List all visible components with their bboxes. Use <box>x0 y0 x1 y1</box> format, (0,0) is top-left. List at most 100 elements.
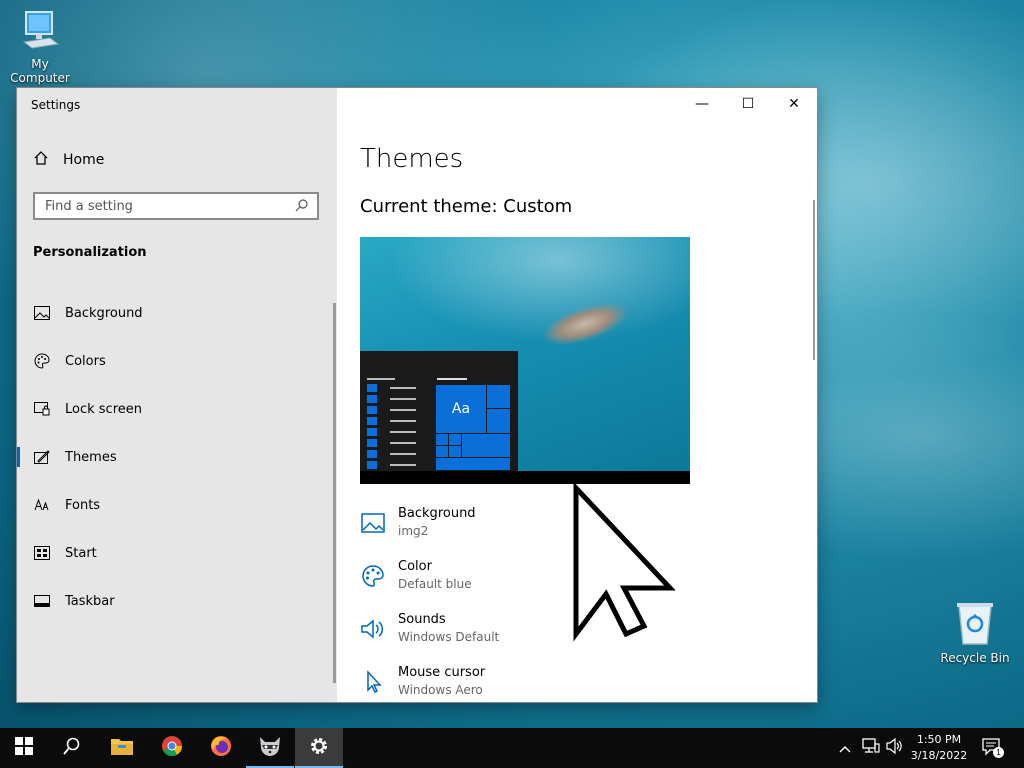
taskbar-firefox[interactable] <box>197 728 245 768</box>
mouse-pointer-icon <box>572 481 682 644</box>
taskbar-file-explorer[interactable] <box>98 728 146 768</box>
preview-tile <box>435 457 511 471</box>
sidebar-item-label: Colors <box>65 353 106 369</box>
preview-taskbar <box>360 471 690 484</box>
start-button[interactable] <box>0 728 48 768</box>
preview-menu-icon <box>367 406 377 414</box>
gear-icon <box>309 736 329 760</box>
taskbar-chrome[interactable] <box>148 728 196 768</box>
preview-menu-icon <box>367 450 377 458</box>
desktop-icon-label: My Computer <box>10 57 70 85</box>
preview-menu-line <box>367 378 395 380</box>
preview-tile-aa: Aa <box>435 384 487 434</box>
network-icon <box>862 738 880 758</box>
sidebar-item-label: Start <box>65 545 97 561</box>
action-center-button[interactable]: 1 <box>982 728 1004 768</box>
taskbar: 1:50 PM 3/18/2022 1 <box>0 728 1024 768</box>
raccoon-icon <box>258 735 282 761</box>
firefox-icon <box>210 735 232 761</box>
desktop-icon-label: Recycle Bin <box>940 651 1010 665</box>
preview-menu-icon <box>367 417 377 425</box>
property-name: Background <box>398 506 476 521</box>
preview-menu-icon <box>367 395 377 403</box>
maximize-icon: ☐ <box>741 96 755 112</box>
sidebar-item-taskbar[interactable]: Taskbar <box>17 577 337 625</box>
close-icon: ✕ <box>788 96 800 112</box>
home-nav-button[interactable]: Home <box>33 150 104 170</box>
sidebar-item-fonts[interactable]: Fonts <box>17 481 337 529</box>
search-box[interactable] <box>33 192 319 220</box>
main-scrollbar[interactable] <box>813 200 815 360</box>
desktop-icon-recycle-bin[interactable]: Recycle Bin <box>935 600 1015 665</box>
sidebar-item-label: Taskbar <box>65 593 115 609</box>
preview-tile <box>461 433 511 458</box>
sidebar-item-label: Themes <box>65 449 117 465</box>
search-input[interactable] <box>43 197 295 215</box>
desktop-icon-my-computer[interactable]: My Computer <box>0 8 80 85</box>
theme-property-sounds[interactable]: Sounds Windows Default <box>360 612 499 644</box>
preview-menu-line <box>390 464 416 466</box>
sidebar-item-label: Lock screen <box>65 401 142 417</box>
settings-window: Settings Home Personalization Background <box>17 88 817 702</box>
taskbar-clock[interactable]: 1:50 PM 3/18/2022 <box>902 732 976 764</box>
minimize-button[interactable]: — <box>679 92 725 116</box>
sidebar-item-label: Fonts <box>65 497 101 513</box>
preview-menu-line <box>390 431 416 433</box>
taskbar-settings[interactable] <box>295 728 343 768</box>
fonts-icon <box>33 496 51 514</box>
home-icon <box>33 150 49 170</box>
theme-property-mouse-cursor[interactable]: Mouse cursor Windows Aero <box>360 665 485 697</box>
page-title: Themes <box>360 144 464 174</box>
personalization-nav: Background Colors Lock screen Themes Fon… <box>17 289 337 625</box>
property-name: Sounds <box>398 612 446 627</box>
property-value: Default blue <box>398 577 472 591</box>
themes-icon <box>33 448 51 466</box>
folder-icon <box>110 736 134 760</box>
preview-menu-icon <box>367 461 377 469</box>
property-name: Mouse cursor <box>398 665 486 680</box>
sidebar-item-start[interactable]: Start <box>17 529 337 577</box>
search-icon <box>295 197 309 216</box>
sidebar-item-lock-screen[interactable]: Lock screen <box>17 385 337 433</box>
property-value: Windows Aero <box>398 683 483 697</box>
maximize-button[interactable]: ☐ <box>725 92 771 116</box>
search-icon <box>63 737 81 759</box>
taskbar-app-raccoon[interactable] <box>246 728 294 768</box>
palette-icon <box>33 352 51 370</box>
theme-preview: Aa <box>360 237 690 484</box>
sidebar-scrollbar[interactable] <box>333 303 336 683</box>
show-hidden-icons-button[interactable] <box>838 728 852 768</box>
minimize-icon: — <box>695 96 709 112</box>
property-value: img2 <box>398 524 429 538</box>
chevron-up-icon <box>838 739 852 758</box>
theme-property-color[interactable]: Color Default blue <box>360 559 472 591</box>
close-button[interactable]: ✕ <box>771 92 817 116</box>
preview-start-menu: Aa <box>360 351 518 484</box>
notification-icon: 1 <box>982 738 1004 758</box>
property-name: Color <box>398 559 432 574</box>
settings-sidebar: Settings Home Personalization Background <box>17 88 337 702</box>
sidebar-item-themes[interactable]: Themes <box>17 433 337 481</box>
sidebar-item-label: Background <box>65 305 143 321</box>
recycle-bin-icon <box>935 600 1015 649</box>
sidebar-item-colors[interactable]: Colors <box>17 337 337 385</box>
preview-menu-icon <box>367 428 377 436</box>
picture-icon <box>360 510 386 536</box>
sidebar-item-background[interactable]: Background <box>17 289 337 337</box>
picture-icon <box>33 304 51 322</box>
preview-tile <box>486 408 511 434</box>
preview-menu-line <box>390 398 416 400</box>
theme-property-background[interactable]: Background img2 <box>360 506 476 538</box>
preview-tile-text: Aa <box>451 401 471 417</box>
search-button[interactable] <box>48 728 96 768</box>
preview-menu-line <box>390 442 416 444</box>
speaker-icon <box>360 616 386 642</box>
network-tray-button[interactable] <box>862 728 880 768</box>
preview-menu-line <box>437 378 467 380</box>
property-value: Windows Default <box>398 630 500 644</box>
current-theme-heading: Current theme: Custom <box>360 196 573 217</box>
preview-light <box>360 237 690 357</box>
section-title: Personalization <box>33 245 147 260</box>
mouse-pointer-icon <box>360 669 386 695</box>
windows-logo-icon <box>15 737 33 759</box>
